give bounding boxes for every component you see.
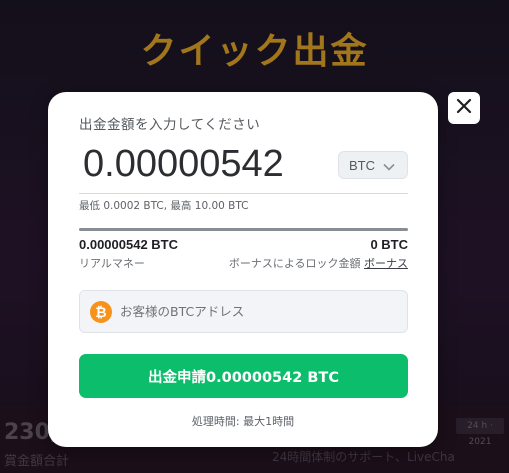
real-money-fill bbox=[79, 228, 408, 231]
withdraw-submit-button[interactable]: 出金申請0.00000542 BTC bbox=[79, 354, 408, 398]
amount-limits: 最低 0.0002 BTC, 最高 10.00 BTC bbox=[79, 200, 249, 212]
balance-split-bar bbox=[79, 228, 408, 231]
chevron-down-icon bbox=[383, 156, 395, 175]
btc-address-field[interactable]: ₿ bbox=[79, 290, 408, 333]
withdraw-modal: 出金金額を入力してください BTC 最低 0.0002 BTC, 最高 10.0… bbox=[48, 92, 438, 447]
amount-underline bbox=[79, 193, 408, 194]
bonus-locked-value: 0 BTC bbox=[370, 237, 408, 252]
bitcoin-icon: ₿ bbox=[90, 300, 112, 323]
bonus-link[interactable]: ボーナス bbox=[364, 257, 408, 270]
close-button[interactable] bbox=[448, 92, 480, 124]
bonus-locked-label: ボーナスによるロック金額 ボーナス bbox=[229, 255, 408, 271]
amount-label: 出金金額を入力してください bbox=[79, 117, 261, 133]
currency-select[interactable]: BTC bbox=[338, 151, 408, 179]
real-money-value: 0.00000542 BTC bbox=[79, 237, 179, 252]
currency-selected: BTC bbox=[349, 157, 375, 173]
real-money-label: リアルマネー bbox=[79, 257, 145, 270]
close-icon bbox=[456, 98, 472, 118]
amount-input[interactable] bbox=[79, 136, 319, 192]
btc-address-input[interactable] bbox=[120, 304, 400, 319]
processing-time: 処理時間: 最大1時間 bbox=[191, 415, 295, 428]
bonus-locked-label-text: ボーナスによるロック金額 bbox=[228, 257, 361, 270]
